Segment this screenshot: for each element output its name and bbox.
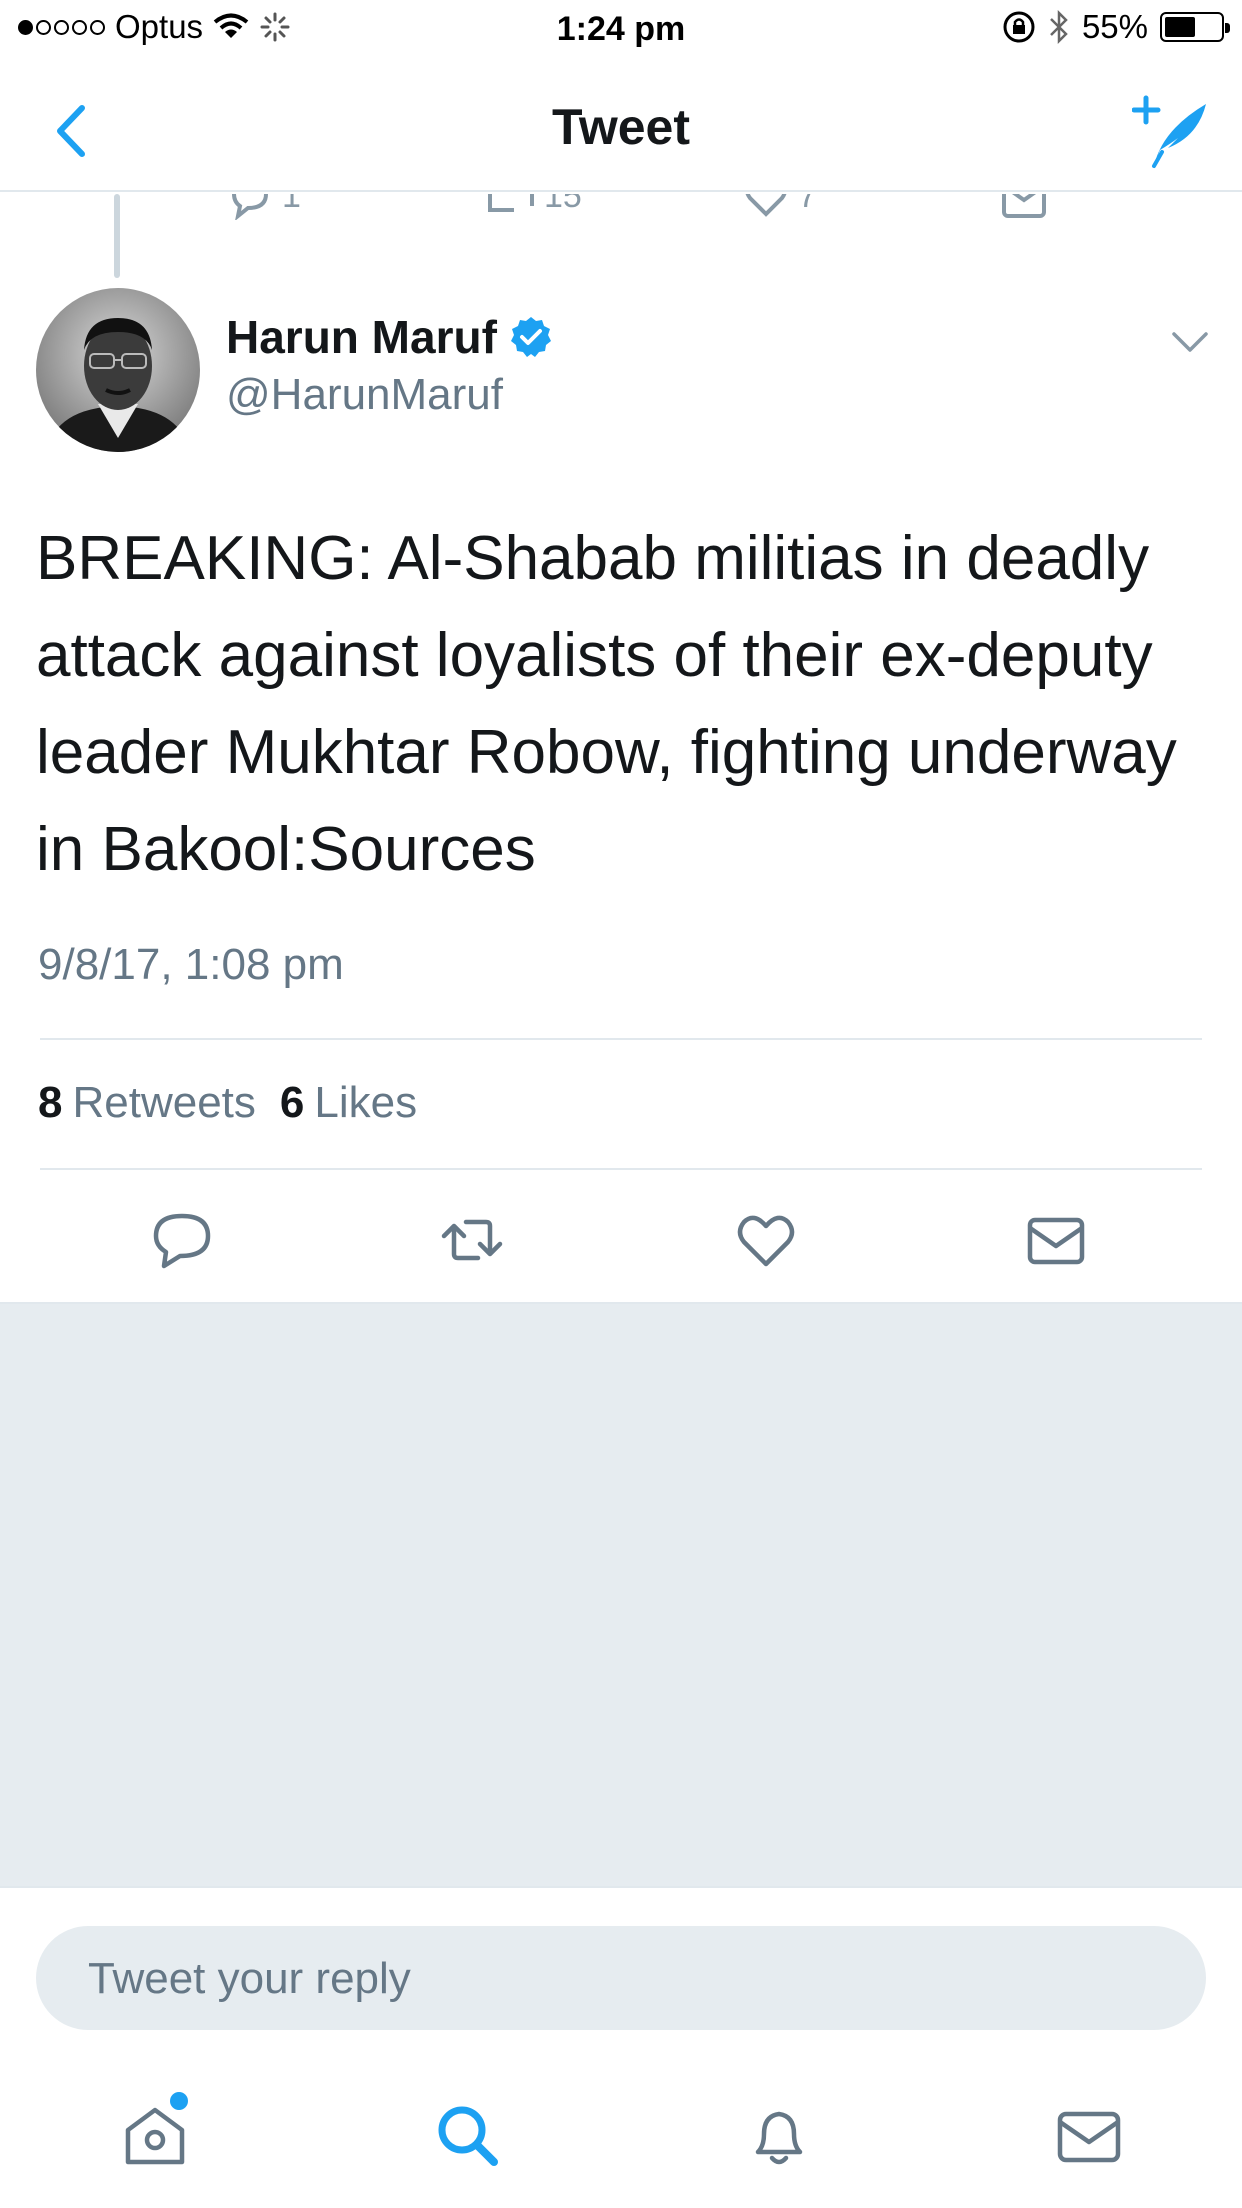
previous-message-button[interactable] [1000, 194, 1048, 220]
previous-like-count: 7 [798, 194, 817, 215]
previous-tweet-actions: 1 15 7 [0, 194, 1242, 220]
tab-bar [0, 2070, 1242, 2208]
search-icon[interactable] [432, 2100, 502, 2170]
heart-icon[interactable] [734, 1208, 798, 1272]
author-handle[interactable]: @HarunMaruf [226, 370, 503, 420]
likes-stat[interactable]: 6 Likes [280, 1078, 417, 1128]
likes-label: Likes [314, 1078, 418, 1127]
bluetooth-icon [1050, 9, 1068, 45]
messages-icon[interactable] [1054, 2100, 1124, 2170]
reply-input[interactable]: Tweet your reply [36, 1926, 1206, 2030]
notifications-icon[interactable] [744, 2100, 814, 2170]
tweet-text: BREAKING: Al-Shabab militias in deadly a… [36, 524, 1177, 884]
battery-fill [1165, 17, 1195, 37]
divider [40, 1038, 1202, 1040]
compose-tweet-icon[interactable] [1132, 92, 1212, 172]
battery-percent: 55% [1081, 8, 1148, 45]
author-name[interactable]: Harun Maruf [226, 310, 553, 364]
verified-badge-icon [510, 317, 551, 357]
previous-reply-button[interactable]: 1 [226, 194, 301, 220]
page-title: Tweet [552, 99, 690, 155]
avatar[interactable] [36, 288, 200, 452]
reply-placeholder: Tweet your reply [88, 1954, 411, 2003]
tweet-actions [0, 1178, 1242, 1302]
retweet-icon[interactable] [440, 1208, 504, 1272]
orientation-lock-icon [1003, 11, 1035, 43]
home-icon[interactable] [120, 2100, 190, 2170]
status-bar: Optus 1:24 pm 55% [0, 0, 1242, 60]
home-notification-dot [170, 2092, 188, 2110]
envelope-icon[interactable] [1024, 1208, 1088, 1272]
retweets-stat[interactable]: 8 Retweets [38, 1078, 256, 1128]
nav-bar: Tweet [0, 60, 1242, 192]
chevron-down-icon[interactable] [1168, 322, 1212, 362]
tweet-timestamp: 9/8/17, 1:08 pm [38, 940, 344, 989]
envelope-icon [1002, 194, 1046, 218]
tweet-stats: 8 Retweets 6 Likes [38, 1078, 417, 1128]
heart-icon [745, 194, 787, 217]
retweet-icon [488, 194, 534, 212]
retweets-count: 8 [38, 1078, 63, 1127]
empty-replies-area [0, 1302, 1242, 1888]
likes-count: 6 [279, 1078, 305, 1127]
previous-reply-count: 1 [282, 194, 301, 215]
reply-icon [231, 194, 269, 220]
previous-retweet-button[interactable]: 15 [486, 194, 582, 220]
reply-icon[interactable] [150, 1208, 214, 1272]
previous-like-button[interactable]: 7 [742, 194, 817, 220]
divider [40, 1168, 1202, 1170]
battery-icon [1160, 12, 1230, 42]
retweets-label: Retweets [72, 1078, 256, 1127]
previous-retweet-count: 15 [544, 194, 582, 215]
status-right: 55% [1002, 8, 1230, 46]
author-name-text: Harun Maruf [226, 311, 497, 363]
